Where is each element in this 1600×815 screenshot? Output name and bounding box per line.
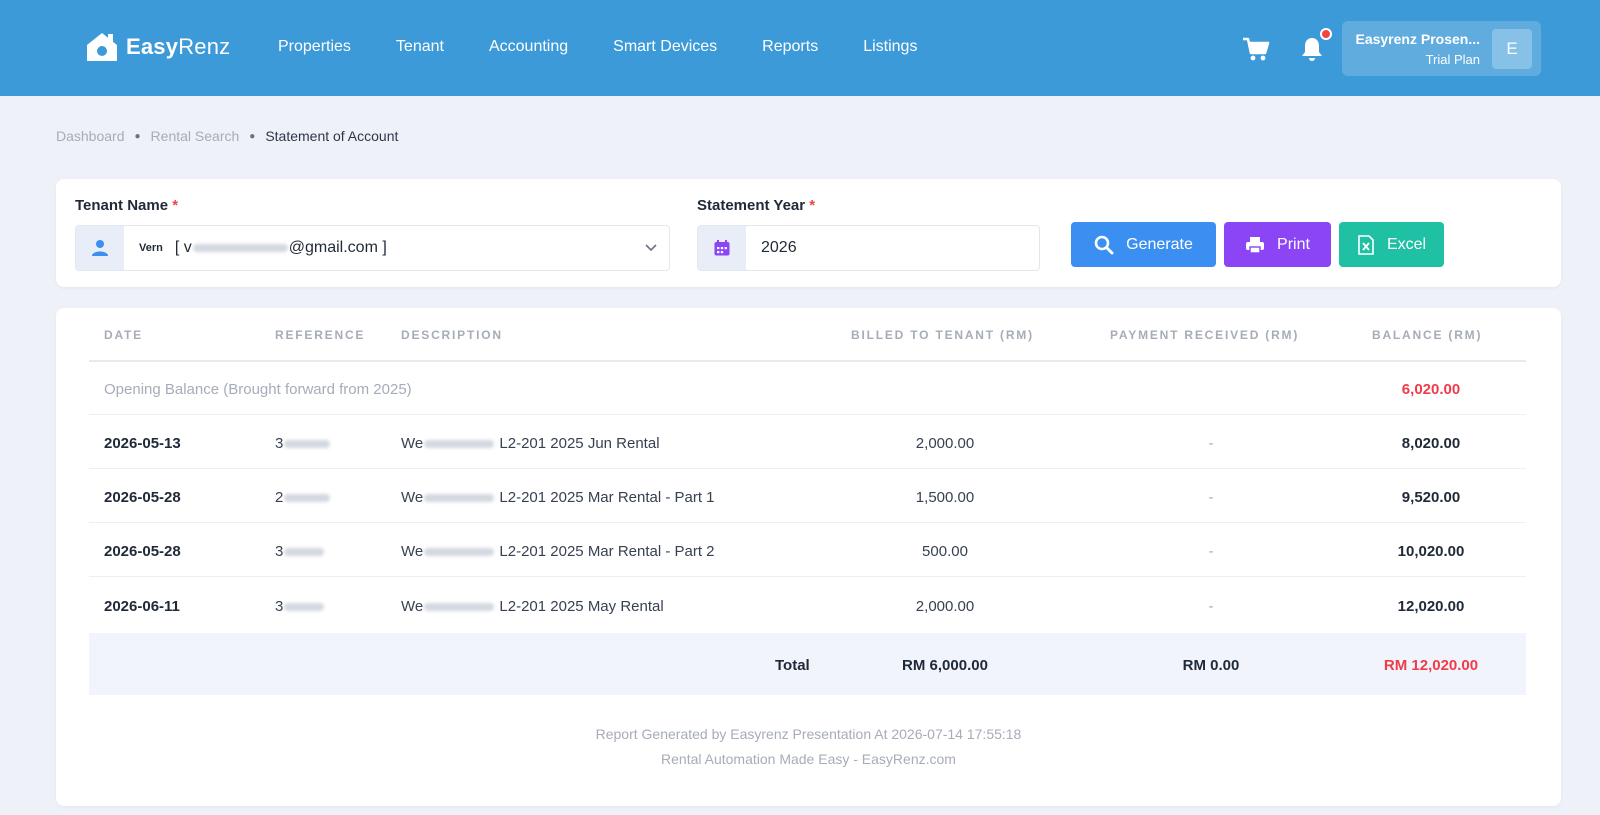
- total-balance: RM 12,020.00: [1383, 657, 1479, 674]
- breadcrumb-separator: ●: [134, 130, 141, 142]
- column-header-date: DATE: [104, 328, 143, 342]
- house-logo-icon: [87, 33, 117, 61]
- main-nav: Properties Tenant Accounting Smart Devic…: [278, 38, 962, 56]
- excel-file-icon: [1358, 234, 1374, 255]
- row-billed: 2,000.00: [915, 435, 975, 452]
- user-icon: [76, 226, 124, 270]
- breadcrumb-rental-search[interactable]: Rental Search: [151, 128, 240, 144]
- chevron-down-icon: [633, 226, 669, 270]
- total-label: Total: [775, 657, 810, 674]
- row-reference: 2: [275, 489, 331, 506]
- breadcrumb-separator: ●: [249, 130, 256, 142]
- row-billed: 2,000.00: [915, 598, 975, 615]
- user-menu[interactable]: Easyrenz Prosen... Trial Plan E: [1342, 21, 1541, 76]
- row-balance: 12,020.00: [1397, 598, 1465, 615]
- nav-smart-devices[interactable]: Smart Devices: [613, 38, 717, 56]
- row-description: We L2-201 2025 Mar Rental - Part 1: [401, 489, 715, 506]
- row-payment: -: [1208, 543, 1214, 560]
- search-icon: [1094, 235, 1114, 254]
- row-billed: 1,500.00: [915, 489, 975, 506]
- brand-name: EasyRenz: [126, 34, 231, 59]
- nav-listings[interactable]: Listings: [863, 38, 917, 56]
- top-navbar: EasyRenz Properties Tenant Accounting Sm…: [0, 0, 1600, 96]
- row-date: 2026-05-13: [104, 435, 181, 452]
- statement-year-input[interactable]: 2026: [697, 225, 1040, 271]
- statement-year-label: Statement Year *: [697, 197, 816, 214]
- column-header-payment: PAYMENT RECEIVED (RM): [1110, 328, 1300, 342]
- excel-button[interactable]: Excel: [1339, 222, 1444, 267]
- row-divider: [89, 576, 1526, 577]
- row-description: We L2-201 2025 May Rental: [401, 598, 664, 615]
- cart-icon[interactable]: [1242, 36, 1270, 62]
- tenant-select[interactable]: Vern [ v @gmail.com ]: [75, 225, 670, 271]
- row-billed: 500.00: [922, 543, 968, 560]
- row-payment: -: [1208, 489, 1214, 506]
- row-description: We L2-201 2025 Mar Rental - Part 2: [401, 543, 715, 560]
- bell-icon[interactable]: [1300, 36, 1324, 62]
- calendar-icon: [698, 226, 746, 270]
- nav-properties[interactable]: Properties: [278, 38, 351, 56]
- column-header-description: DESCRIPTION: [401, 328, 503, 342]
- header-divider: [89, 360, 1526, 362]
- generate-button[interactable]: Generate: [1071, 222, 1216, 267]
- column-header-balance: BALANCE (RM): [1372, 328, 1483, 342]
- tenant-select-value: Vern [ v @gmail.com ]: [139, 239, 387, 256]
- nav-accounting[interactable]: Accounting: [489, 38, 568, 56]
- column-header-billed: BILLED TO TENANT (RM): [851, 328, 1034, 342]
- nav-tenant[interactable]: Tenant: [396, 38, 444, 56]
- avatar: E: [1492, 29, 1532, 69]
- user-plan: Trial Plan: [1425, 52, 1480, 67]
- row-balance: 10,020.00: [1397, 543, 1465, 560]
- row-date: 2026-05-28: [104, 489, 181, 506]
- brand-logo[interactable]: EasyRenz: [84, 30, 230, 64]
- row-description: We L2-201 2025 Jun Rental: [401, 435, 660, 452]
- statement-year-value: 2026: [761, 239, 797, 256]
- row-reference: 3: [275, 598, 325, 615]
- row-date: 2026-05-28: [104, 543, 181, 560]
- opening-balance-value: 6,020.00: [1401, 381, 1461, 398]
- printer-icon: [1246, 236, 1265, 254]
- opening-balance-label: Opening Balance (Brought forward from 20…: [104, 381, 412, 398]
- row-payment: -: [1208, 435, 1214, 452]
- breadcrumb: Dashboard ● Rental Search ● Statement of…: [56, 128, 398, 144]
- user-name: Easyrenz Prosen...: [1355, 31, 1480, 47]
- row-divider: [89, 414, 1526, 415]
- report-generated-note: Report Generated by Easyrenz Presentatio…: [595, 726, 1022, 742]
- statement-filter-card: Tenant Name * Vern [ v @gmail.com ] State…: [56, 179, 1561, 287]
- nav-reports[interactable]: Reports: [762, 38, 818, 56]
- tenant-name-label: Tenant Name *: [75, 197, 179, 214]
- row-balance: 9,520.00: [1401, 489, 1461, 506]
- row-date: 2026-06-11: [104, 598, 180, 615]
- breadcrumb-current: Statement of Account: [265, 128, 399, 144]
- report-tagline: Rental Automation Made Easy - EasyRenz.c…: [661, 751, 956, 767]
- statement-table-card: DATE REFERENCE DESCRIPTION BILLED TO TEN…: [56, 308, 1561, 806]
- total-billed: RM 6,000.00: [902, 657, 988, 674]
- row-reference: 3: [275, 435, 331, 452]
- breadcrumb-dashboard[interactable]: Dashboard: [56, 128, 125, 144]
- row-payment: -: [1208, 598, 1214, 615]
- row-balance: 8,020.00: [1401, 435, 1461, 452]
- notification-dot: [1320, 28, 1332, 40]
- row-divider: [89, 468, 1526, 469]
- total-payment: RM 0.00: [1182, 657, 1240, 674]
- column-header-reference: REFERENCE: [275, 328, 366, 342]
- print-button[interactable]: Print: [1224, 222, 1331, 267]
- row-reference: 3: [275, 543, 325, 560]
- row-divider: [89, 522, 1526, 523]
